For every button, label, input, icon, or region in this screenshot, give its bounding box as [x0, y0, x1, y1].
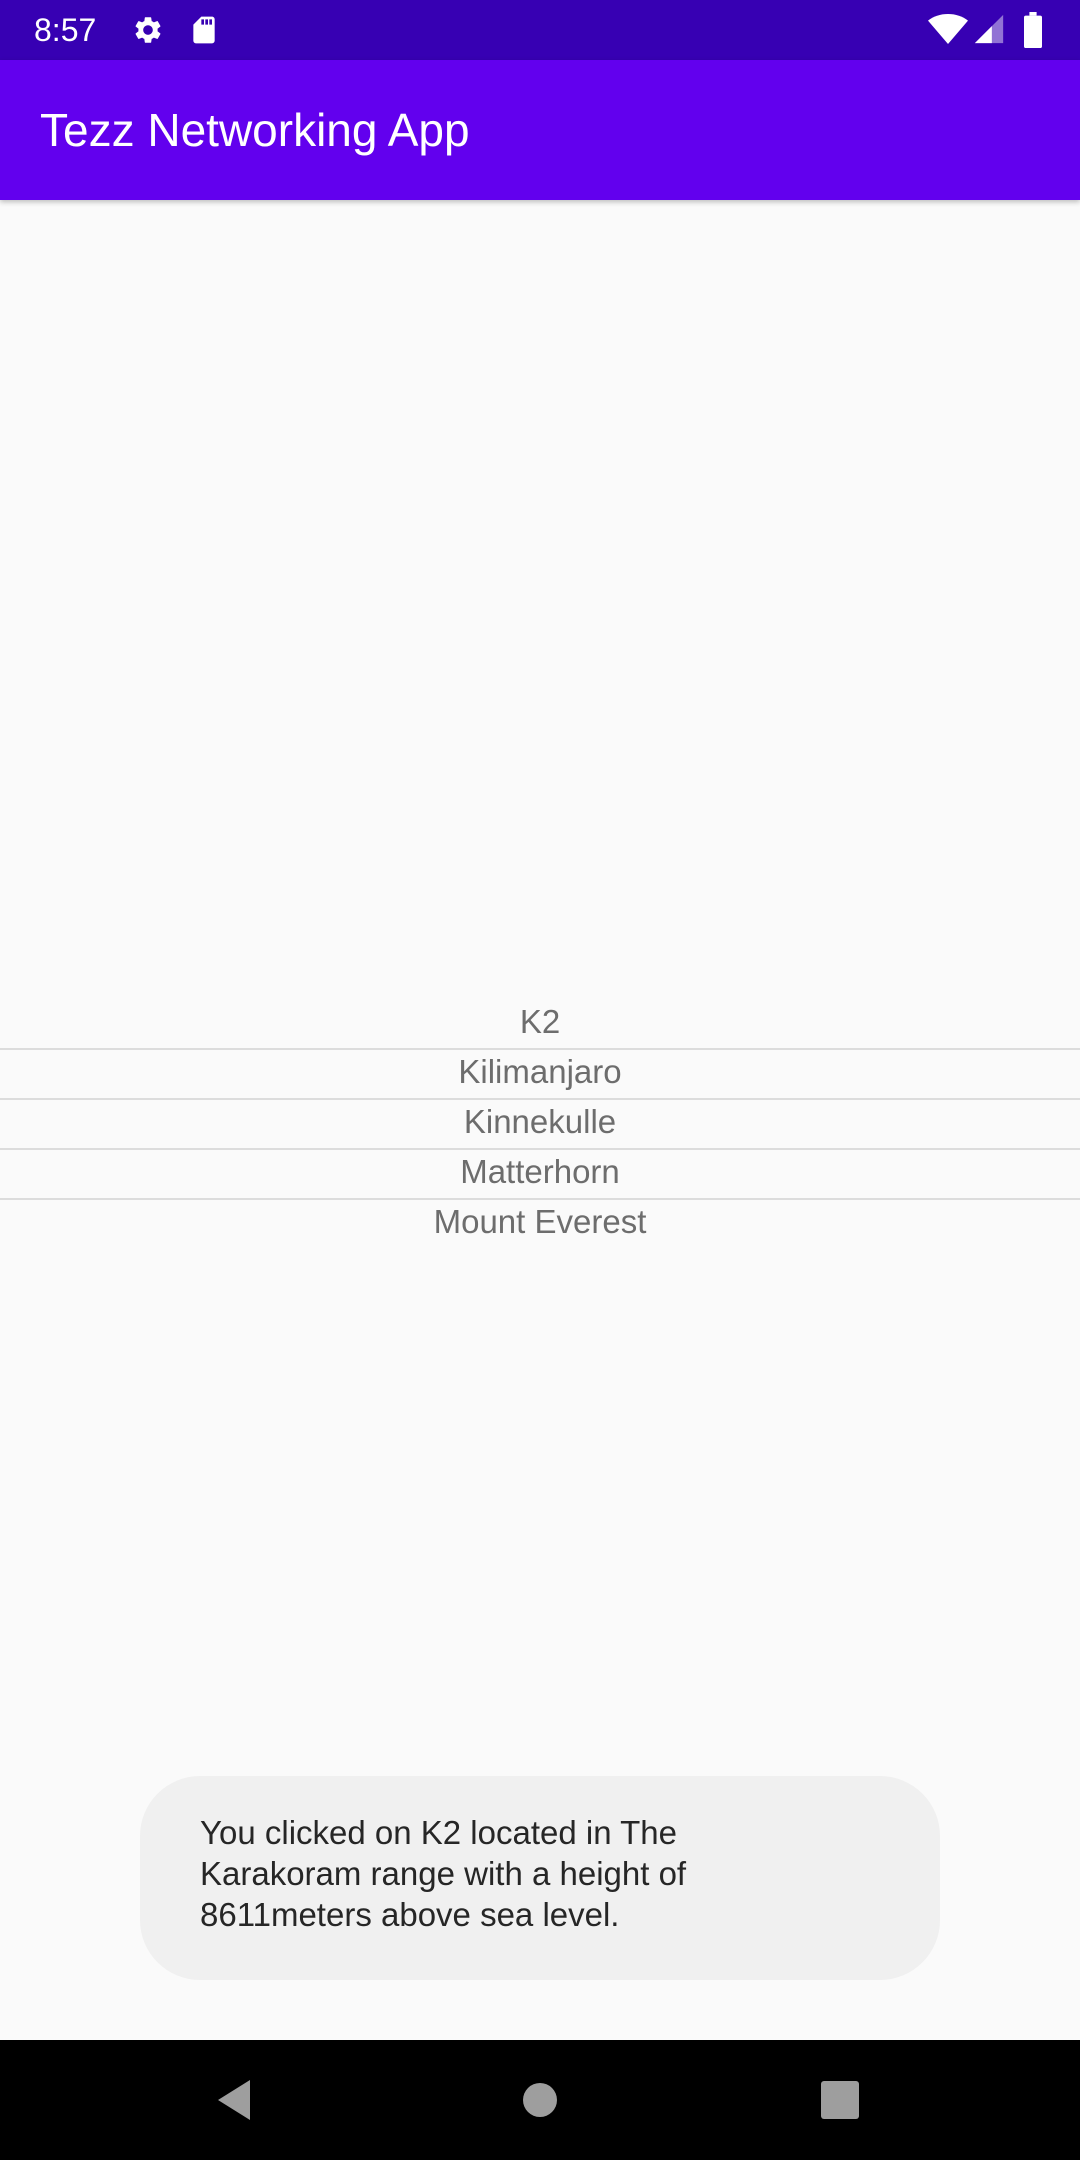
mountain-list: K2 Kilimanjaro Kinnekulle Matterhorn Mou… — [0, 1000, 1080, 1250]
gear-icon — [132, 14, 164, 51]
toast: You clicked on K2 located in The Karakor… — [140, 1776, 940, 1980]
navigation-bar — [0, 2040, 1080, 2160]
status-bar: 8:57 — [0, 0, 1080, 60]
list-item[interactable]: Mount Everest — [0, 1200, 1080, 1250]
screen: 8:57 Tezz Networking App K2 Kilimanjaro … — [0, 0, 1080, 2160]
list-item[interactable]: Kinnekulle — [0, 1100, 1080, 1150]
status-time: 8:57 — [34, 12, 97, 48]
recents-icon[interactable] — [810, 2070, 870, 2130]
battery-icon — [1022, 12, 1044, 53]
sd-card-icon — [188, 14, 220, 51]
wifi-icon — [928, 12, 968, 51]
cell-signal-icon — [972, 12, 1006, 51]
list-item[interactable]: Matterhorn — [0, 1150, 1080, 1200]
list-item[interactable]: K2 — [0, 1000, 1080, 1050]
toast-message: You clicked on K2 located in The Karakor… — [200, 1814, 687, 1933]
list-item[interactable]: Kilimanjaro — [0, 1050, 1080, 1100]
home-icon[interactable] — [510, 2070, 570, 2130]
app-title: Tezz Networking App — [40, 104, 470, 156]
app-bar: Tezz Networking App — [0, 60, 1080, 200]
back-icon[interactable] — [208, 2070, 268, 2130]
